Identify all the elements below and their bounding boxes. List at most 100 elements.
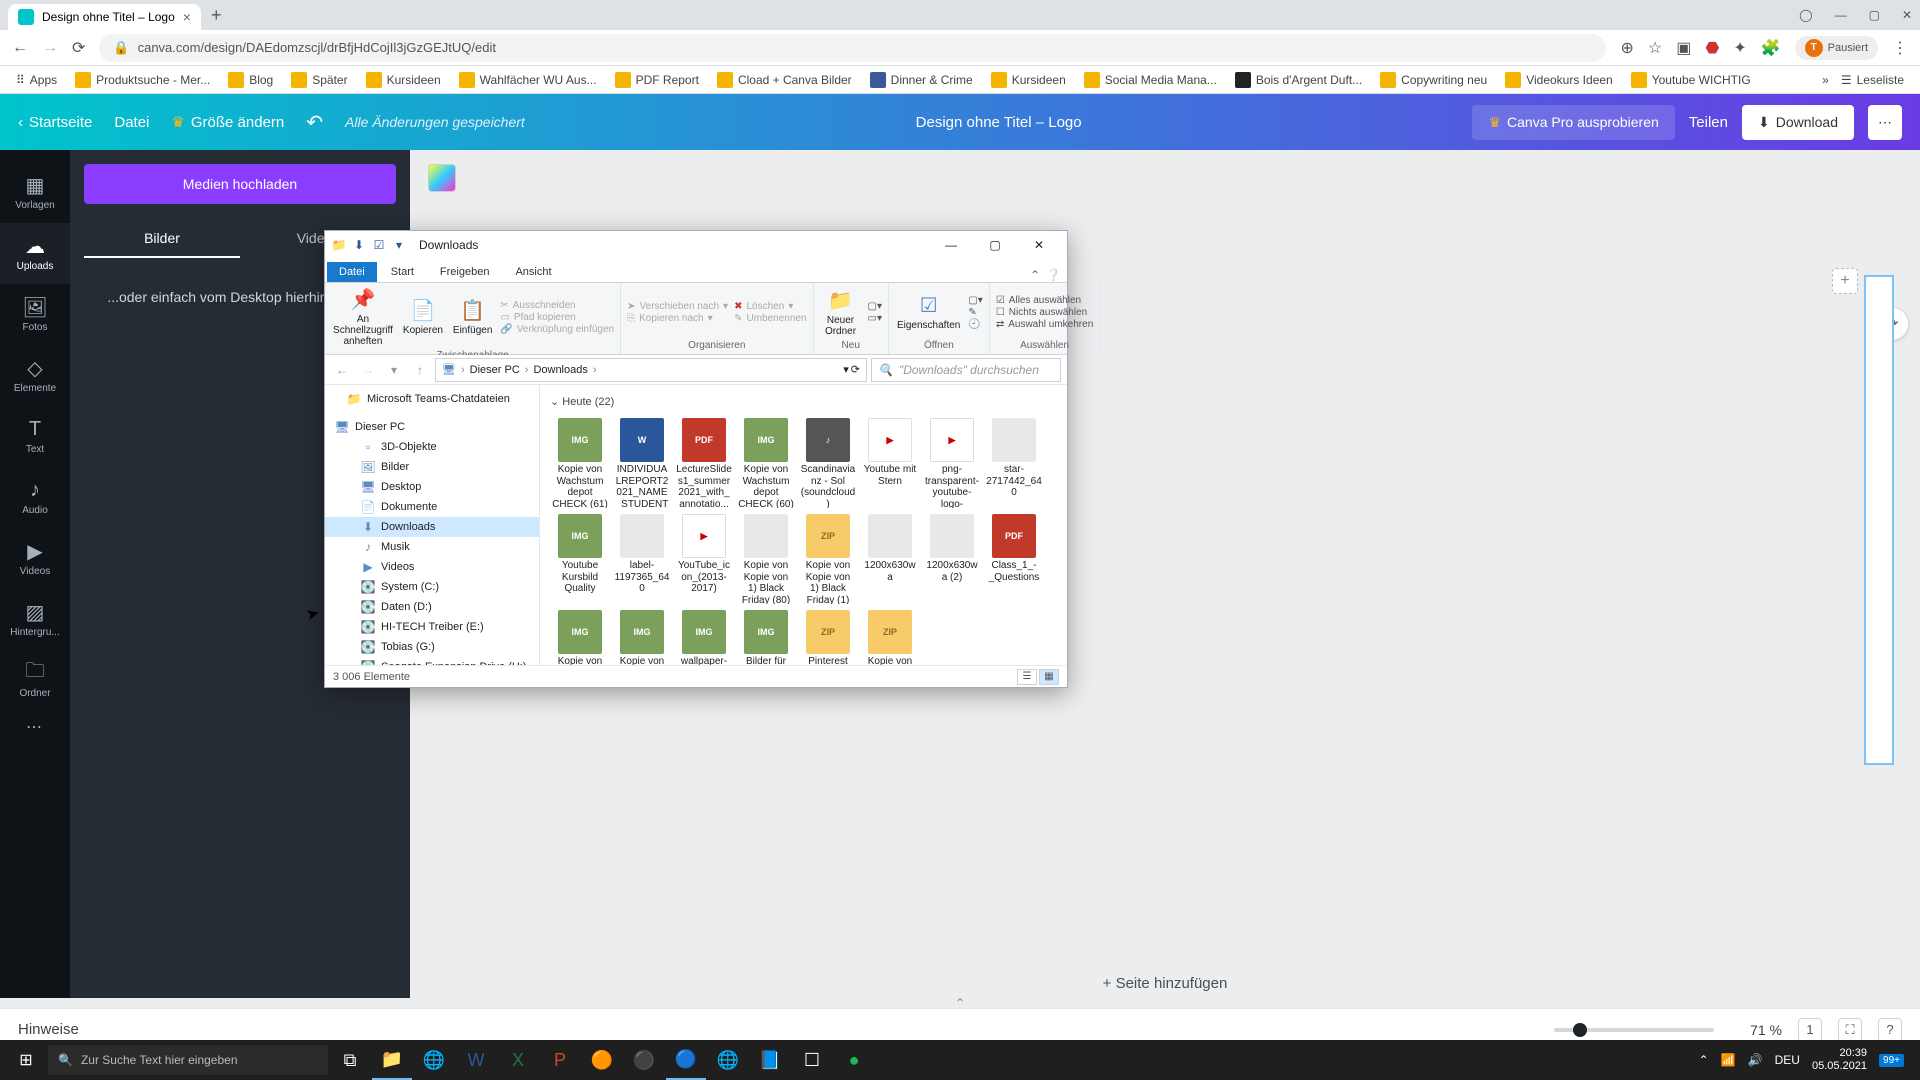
zoom-slider[interactable] [1554,1028,1714,1032]
page-canvas[interactable] [1864,275,1894,765]
tray-notifications-icon[interactable]: 99+ [1879,1054,1904,1067]
zoom-percent[interactable]: 71 % [1730,1022,1782,1038]
tray-volume-icon[interactable]: 🔊 [1748,1053,1763,1067]
taskbar-edge2-icon[interactable]: 🌐 [708,1040,748,1080]
bookmark-item[interactable]: Cload + Canva Bilder [711,70,858,90]
file-item[interactable]: star-2717442_640 [984,416,1044,510]
share-button[interactable]: Teilen [1689,114,1728,131]
nav-forward-icon[interactable]: → [357,359,379,381]
taskbar-edge-icon[interactable]: 🌐 [414,1040,454,1080]
explorer-close-icon[interactable]: ✕ [1017,231,1061,259]
file-item[interactable]: IMGKopie von Kursbilder [612,608,672,665]
sidebar-videos[interactable]: ▶Videos [0,528,70,589]
taskbar-word-icon[interactable]: W [456,1040,496,1080]
properties-button[interactable]: ☑Eigenschaften [895,291,962,333]
tree-item[interactable]: 💽Seagate Expansion Drive (H:) [325,657,539,665]
qat-dropdown-icon[interactable]: ▾ [391,237,407,253]
crumb-thispc[interactable]: Dieser PC [470,364,520,376]
copyto-button[interactable]: ⎘Kopieren nach ▾ [627,313,728,324]
taskbar-app2-icon[interactable]: 📘 [750,1040,790,1080]
back-icon[interactable]: ← [12,39,28,57]
crumb-sep-icon[interactable]: › [522,364,532,376]
file-item[interactable]: ZIPPinterest Vorschauvi [798,608,858,665]
ext-icon-3[interactable]: ✦ [1733,38,1746,58]
bookmark-item[interactable]: PDF Report [609,70,705,90]
notes-button[interactable]: Hinweise [18,1021,79,1038]
ribbon-collapse-icon[interactable]: ⌃ [1030,268,1040,282]
help-icon[interactable]: ❔ [1046,268,1061,282]
edit-button[interactable]: ✎ [968,307,982,318]
tree-item[interactable]: ▶Videos [325,557,539,577]
menu-icon[interactable]: ⋮ [1892,38,1908,58]
file-item[interactable]: 1200x630wa (2) [922,512,982,606]
delete-button[interactable]: ✖Löschen ▾ [734,301,806,312]
view-icons-icon[interactable]: ▦ [1039,669,1059,685]
home-button[interactable]: ‹Startseite [18,114,92,131]
bookmark-item[interactable]: Später [285,70,353,90]
crumb-refresh-icon[interactable]: ⟳ [851,363,860,376]
ext-icon-1[interactable]: ▣ [1676,38,1691,58]
crumb-downloads[interactable]: Downloads [533,364,587,376]
taskbar-search[interactable]: 🔍Zur Suche Text hier eingeben [48,1045,328,1075]
browser-tab[interactable]: Design ohne Titel – Logo × [8,4,201,30]
file-item[interactable]: ▶Youtube mit Stern [860,416,920,510]
ribbon-tab-freigeben[interactable]: Freigeben [428,262,502,282]
tree-item[interactable]: 🖥Desktop [325,477,539,497]
view-details-icon[interactable]: ☰ [1017,669,1037,685]
invertsel-button[interactable]: ⇄Auswahl umkehren [996,319,1093,330]
tree-thispc[interactable]: 🖥Dieser PC [325,417,539,437]
resize-menu[interactable]: ♛Größe ändern [171,113,284,131]
forward-icon[interactable]: → [42,39,58,57]
help-icon[interactable]: ? [1878,1018,1902,1042]
sidebar-background[interactable]: ▨Hintergru... [0,589,70,650]
tree-item[interactable]: 💽HI-TECH Treiber (E:) [325,617,539,637]
crumb-sep-icon[interactable]: › [590,364,600,376]
nav-up-icon[interactable]: ↑ [409,359,431,381]
window-minimize-icon[interactable]: — [1835,8,1847,22]
nav-back-icon[interactable]: ← [331,359,353,381]
sidebar-elements[interactable]: ◇Elemente [0,345,70,406]
ribbon-tab-ansicht[interactable]: Ansicht [503,262,563,282]
reading-list-button[interactable]: ☰Leseliste [1835,71,1910,89]
file-item[interactable]: IMGKopie von Wachstum depot CHECK (60) [736,416,796,510]
reload-icon[interactable]: ⟳ [72,38,85,58]
bookmark-item[interactable]: Kursideen [985,70,1072,90]
undo-button[interactable]: ↶ [306,110,323,135]
taskbar-app-icon[interactable]: 🟠 [582,1040,622,1080]
tree-item[interactable]: 📁Microsoft Teams-Chatdateien [325,389,539,409]
qat-props-icon[interactable]: ☑ [371,237,387,253]
upload-media-button[interactable]: Medien hochladen [84,164,396,204]
window-close-icon[interactable]: ✕ [1902,8,1912,22]
file-item[interactable]: IMGKopie von Kursbilder [550,608,610,665]
extensions-icon[interactable]: 🧩 [1761,38,1781,58]
tab-close-icon[interactable]: × [183,9,191,25]
file-group-header[interactable]: ⌄ Heute (22) [550,391,1057,416]
bookmark-item[interactable]: Blog [222,70,279,90]
tree-item[interactable]: 💽Tobias (G:) [325,637,539,657]
taskbar-app3-icon[interactable]: ☐ [792,1040,832,1080]
explorer-minimize-icon[interactable]: — [929,231,973,259]
file-item[interactable]: WINDIVIDUALREPORT2021_NAME_STUDENTNO [612,416,672,510]
pastelink-button[interactable]: 🔗Verknüpfung einfügen [500,324,614,335]
sidebar-more-icon[interactable]: ⋯ [0,717,70,737]
file-item[interactable]: ZIPKopie von Kopie von [860,608,920,665]
tray-clock[interactable]: 20:39 05.05.2021 [1812,1047,1867,1073]
tray-lang[interactable]: DEU [1775,1053,1800,1067]
history-button[interactable]: 🕘 [968,319,982,330]
tree-downloads[interactable]: ⬇Downloads [325,517,539,537]
zoom-icon[interactable]: ⊕ [1620,38,1633,58]
taskbar-excel-icon[interactable]: X [498,1040,538,1080]
task-view-icon[interactable]: ⧉ [330,1040,370,1080]
sidebar-uploads[interactable]: ☁Uploads [0,223,70,284]
tab-images[interactable]: Bilder [84,220,240,258]
explorer-search[interactable]: 🔍 "Downloads" durchsuchen [871,358,1061,382]
open-button[interactable]: ▢▾ [968,295,982,306]
explorer-maximize-icon[interactable]: ▢ [973,231,1017,259]
sidebar-templates[interactable]: ▦Vorlagen [0,162,70,223]
sidebar-text[interactable]: TText [0,406,70,467]
file-item[interactable]: PDFClass_1_-_Questions [984,512,1044,606]
bookmark-item[interactable]: Copywriting neu [1374,70,1493,90]
download-button[interactable]: ⬇Download [1742,105,1854,140]
apps-button[interactable]: ⠿Apps [10,71,63,89]
sidebar-photos[interactable]: 🖼Fotos [0,284,70,345]
